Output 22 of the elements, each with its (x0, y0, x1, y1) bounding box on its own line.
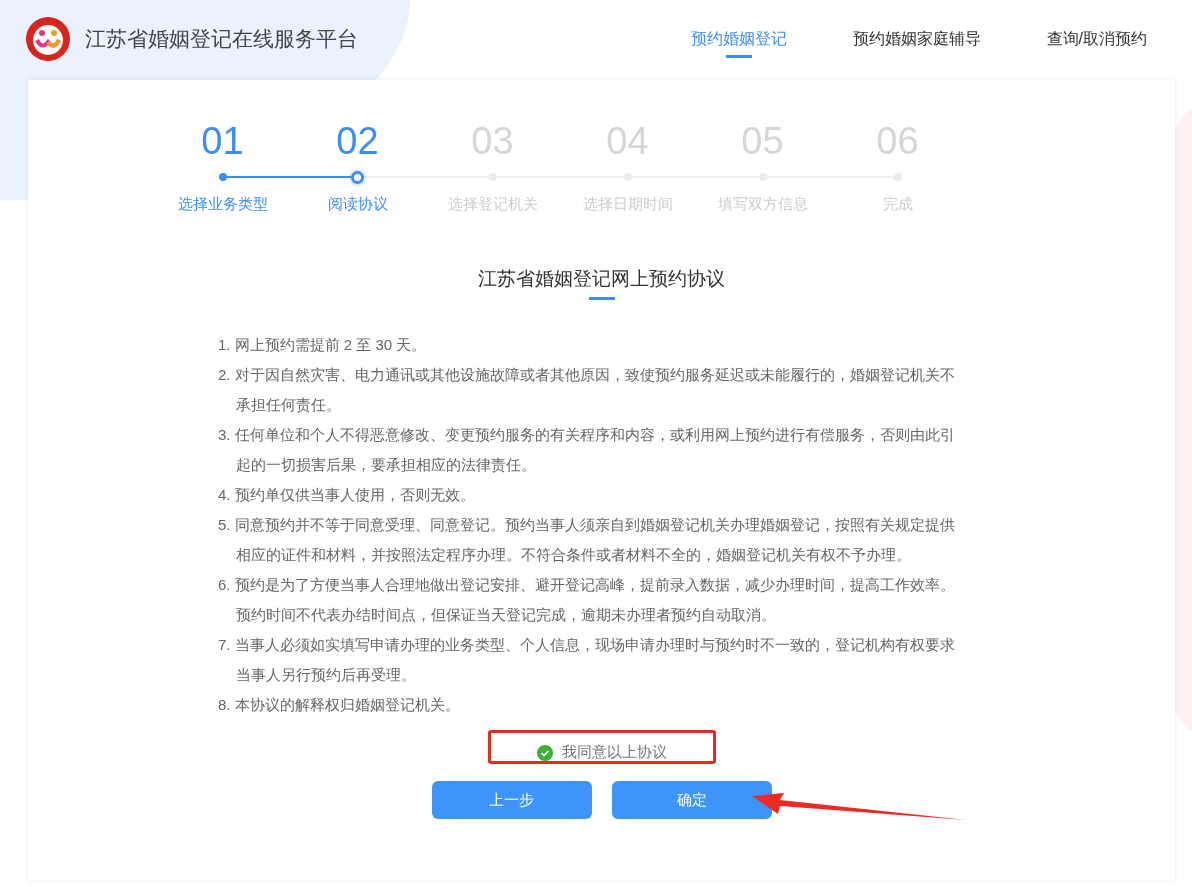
site-title: 江苏省婚姻登记在线服务平台 (85, 26, 358, 52)
agreement-clause: 2. 对于因自然灾害、电力通讯或其他设施故障或者其他原因，致使预约服务延迟或未能履行的，婚姻登记机关不承担任何责任。 (218, 365, 956, 415)
step-button[interactable]: 确定 (611, 781, 772, 819)
agreement-clause: 6. 预约是为了方便当事人合理地做出登记安排、避开登记高峰，提前录入数据，减少办理时间，提高工作效率。预约时间不代表办结时间点，但保证当天登记完成，逾期未办理者预约自动取消。 (218, 575, 956, 625)
agreement-clause: 3. 任何单位和个人不得恶意修改、变更预约服务的有关程序和内容，或利用网上预约进行有偿服务，否则由此引起的一切损害后果，要承担相应的法律责任。 (218, 425, 956, 475)
nav-link[interactable]: 预约婚姻登记 (690, 14, 787, 64)
agreement-clause: 4. 预约单仅供当事人使用，否则无效。 (218, 485, 476, 505)
logo-icon (25, 16, 71, 62)
step-number: 01 (201, 119, 244, 164)
nav-link[interactable]: 预约婚姻家庭辅导 (852, 14, 981, 64)
step-number: 02 (336, 119, 379, 164)
agree-checkbox[interactable]: 我同意以上协议 (536, 743, 667, 764)
step-label: 阅读协议 (327, 195, 388, 214)
agreement-title: 江苏省婚姻登记网上预约协议 (477, 267, 726, 291)
agreement-clause: 8. 本协议的解释权归婚姻登记机关。 (218, 695, 461, 715)
step-label: 选择业务类型 (177, 195, 268, 214)
agreement-clause: 7. 当事人必须如实填写申请办理的业务类型、个人信息，现场申请办理时与预约时不一致的，登记机构有权要求当事人另行预约后再受理。 (218, 635, 956, 685)
agreement-clause: 5. 同意预约并不等于同意受理、同意登记。预约当事人须亲自到婚姻登记机关办理婚姻登记，按照有关规定提供相应的证件和材料，并按照法定程序办理。不符合条件或者材料不全的，婚姻登记机关有权不予办理。 (218, 515, 956, 565)
agreement-clause: 1. 网上预约需提前 2 至 30 天。 (218, 335, 428, 355)
checkmark-icon (536, 744, 553, 761)
nav-link[interactable]: 查询/取消预约 (1046, 14, 1147, 64)
step-button[interactable]: 上一步 (431, 781, 592, 819)
